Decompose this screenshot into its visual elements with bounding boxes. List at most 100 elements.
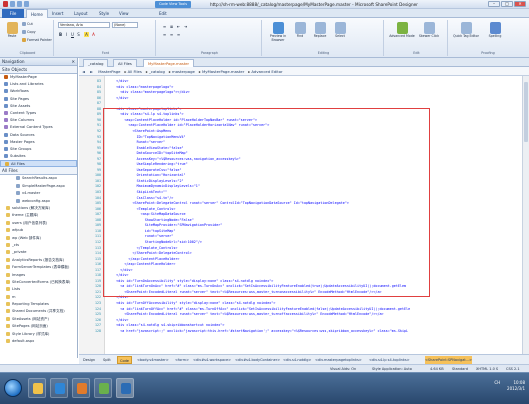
site-object-item[interactable]: Data Sources: [0, 132, 77, 139]
tab-layout[interactable]: Layout: [70, 9, 92, 18]
tab-edit[interactable]: Edit: [155, 9, 171, 18]
tab-insert[interactable]: Insert: [48, 9, 67, 18]
save-icon[interactable]: [10, 1, 15, 7]
code-line[interactable]: <div class="masterpagelogo">: [108, 85, 173, 89]
design-view-button[interactable]: Design: [81, 356, 97, 364]
site-object-item[interactable]: Site Pages: [0, 96, 77, 103]
start-button[interactable]: [4, 379, 22, 397]
align-center-icon[interactable]: ≡: [169, 32, 174, 37]
font-family-select[interactable]: Verdana, Aria: [58, 22, 110, 28]
tab-home[interactable]: Home: [26, 9, 48, 18]
media-icon[interactable]: [72, 378, 90, 398]
file-tree-item[interactable]: SiteConvertedForms (已转换表单): [6, 279, 77, 286]
align-right-icon[interactable]: ≡: [176, 32, 181, 37]
doc-tab-catalog[interactable]: _catalog: [83, 59, 109, 67]
network-icon[interactable]: [94, 378, 112, 398]
breadcrumb-item[interactable]: MyMasterPage.master: [202, 69, 244, 74]
explorer-icon[interactable]: [28, 378, 46, 398]
site-object-item[interactable]: Lists and Libraries: [0, 81, 77, 88]
file-tree-item[interactable]: default.aspx: [6, 338, 77, 345]
bold-button[interactable]: B: [58, 32, 63, 37]
vertical-scrollbar[interactable]: [522, 76, 529, 354]
code-line[interactable]: </div>: [108, 318, 128, 322]
underline-button[interactable]: U: [70, 32, 75, 37]
code-line[interactable]: <a href="javascript:;" onclick="javascri…: [108, 329, 408, 333]
code-line[interactable]: <div class="s4-notdlg s4-skipribbonshort…: [108, 323, 224, 327]
file-tree-item[interactable]: theme (主题库): [6, 212, 77, 219]
site-object-item[interactable]: Master Pages: [0, 139, 77, 146]
breadcrumb-item[interactable]: masterpage: [172, 69, 195, 74]
code-line[interactable]: </div>: [108, 79, 128, 83]
bullets-icon[interactable]: ≡: [162, 24, 167, 29]
site-object-item[interactable]: Site Groups: [0, 146, 77, 153]
file-tree-item[interactable]: FormServerTemplates (表单模板): [6, 264, 77, 271]
site-object-item[interactable]: Content Types: [0, 110, 77, 117]
file-tree-item[interactable]: Style Library (样式库): [6, 331, 77, 338]
file-tree-item[interactable]: _cts: [6, 242, 77, 249]
code-line[interactable]: </div>: [108, 96, 128, 100]
site-object-item[interactable]: MyMasterPage: [0, 74, 77, 81]
file-tree-item[interactable]: users (用户信息列表): [6, 220, 77, 227]
redo-icon[interactable]: [24, 1, 29, 7]
indent-icon[interactable]: ⇥: [183, 24, 188, 29]
paste-button[interactable]: Paste: [4, 22, 20, 39]
quick-tag-editor-button[interactable]: Quick Tag Editor: [453, 22, 479, 39]
maximize-button[interactable]: □: [501, 1, 513, 7]
site-object-item[interactable]: Site Assets: [0, 103, 77, 110]
breadcrumb-item[interactable]: MasterPage: [98, 69, 120, 74]
strikethrough-button[interactable]: S: [76, 32, 81, 37]
code-line[interactable]: <a id="linkTurnOffAcc" href="#" class="m…: [108, 307, 410, 311]
file-tree-item[interactable]: AnalyticsReports (报告文档库): [6, 257, 77, 264]
file-tree-item[interactable]: v4.master: [6, 190, 77, 197]
file-tree-item[interactable]: Shared Documents (共享文档): [6, 308, 77, 315]
file-tree-item[interactable]: m: [6, 294, 77, 301]
file-tree-item[interactable]: solutions (解决方案库): [6, 205, 77, 212]
site-object-item[interactable]: Site Columns: [0, 117, 77, 124]
align-left-icon[interactable]: ≡: [162, 32, 167, 37]
tab-view[interactable]: View: [115, 9, 133, 18]
file-tree-item[interactable]: SearchResults.aspx: [6, 175, 77, 182]
clock-time[interactable]: 10:08: [513, 380, 525, 385]
code-line[interactable]: <div class="masterpagelogo"></div>: [108, 90, 189, 94]
find-button[interactable]: Find: [292, 22, 308, 39]
undo-icon[interactable]: [17, 1, 22, 7]
file-tree-item[interactable]: _private: [6, 249, 77, 256]
file-tree-item[interactable]: webconfig.aspx: [6, 198, 77, 205]
tab-style[interactable]: Style: [95, 9, 113, 18]
breadcrumb-item[interactable]: All Files: [128, 69, 142, 74]
code-line[interactable]: <SharePoint:EncodedLiteral runat="server…: [108, 312, 383, 316]
code-view-button[interactable]: Code: [117, 356, 132, 364]
scroll-thumb[interactable]: [524, 82, 528, 142]
file-tree-item[interactable]: Images: [6, 272, 77, 279]
breadcrumb-item[interactable]: _catalog: [149, 69, 165, 74]
italic-button[interactable]: I: [64, 32, 69, 37]
skewer-click-button[interactable]: Skewer Click: [418, 22, 440, 39]
file-tree-item[interactable]: SimpleMasterPage.aspx: [6, 183, 77, 190]
language-indicator[interactable]: CH: [494, 380, 500, 385]
close-icon[interactable]: ✕: [71, 58, 75, 66]
file-tree-item[interactable]: Reporting Templates: [6, 301, 77, 308]
file-tree-item[interactable]: SitePages (网站页面): [6, 323, 77, 330]
code-line[interactable]: <div id="TurnOffAccessibility" style="di…: [108, 301, 275, 305]
forward-icon[interactable]: ►: [90, 69, 93, 74]
file-tab[interactable]: File: [2, 9, 24, 18]
minimize-button[interactable]: –: [488, 1, 500, 7]
app-icon[interactable]: [3, 1, 8, 7]
clock-date[interactable]: 2012/3/1: [507, 386, 525, 391]
browser-icon[interactable]: [50, 378, 68, 398]
site-object-item[interactable]: Workflows: [0, 88, 77, 95]
file-tree-item[interactable]: Lists: [6, 286, 77, 293]
back-icon[interactable]: ◄: [82, 69, 85, 74]
font-size-select[interactable]: (None): [112, 22, 138, 28]
format-painter-button[interactable]: Format Painter: [22, 38, 52, 42]
close-button[interactable]: ✕: [514, 1, 526, 7]
replace-button[interactable]: Replace: [310, 22, 330, 39]
file-tree-item[interactable]: wp (Web 部件库): [6, 235, 77, 242]
doc-tab-all-files[interactable]: All Files: [113, 59, 137, 67]
sharepoint-designer-icon[interactable]: [116, 378, 134, 398]
file-tree-item[interactable]: wfpub: [6, 227, 77, 234]
select-button[interactable]: Select: [332, 22, 348, 39]
copy-button[interactable]: Copy: [22, 30, 36, 34]
site-object-item[interactable]: External Content Types: [0, 124, 77, 131]
highlight-icon[interactable]: A: [84, 32, 89, 37]
